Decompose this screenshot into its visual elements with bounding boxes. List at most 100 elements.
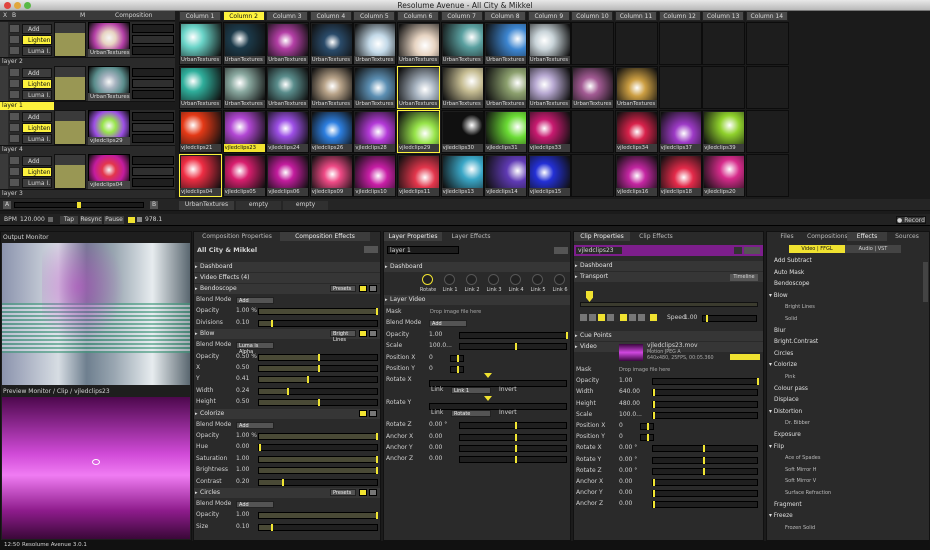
clip-slot[interactable] — [658, 22, 702, 65]
clip-name-field[interactable]: vjledclips23 — [576, 247, 622, 254]
effect-toggle-button[interactable] — [359, 409, 367, 417]
crossfader-b-button[interactable]: B — [150, 201, 158, 209]
minimize-window-button[interactable] — [14, 2, 21, 9]
layer-menu-button[interactable] — [554, 247, 568, 254]
column-header[interactable]: Column 8 — [484, 11, 527, 21]
param-value[interactable]: 1.00 — [619, 376, 632, 386]
layer-speed-slider[interactable] — [132, 90, 174, 99]
column-header[interactable]: Column 10 — [571, 11, 614, 21]
column-header[interactable]: Column 1 — [179, 11, 221, 21]
param-value[interactable]: 0.00 — [619, 477, 632, 487]
layer-transport[interactable] — [132, 24, 174, 33]
effect-toggle-button[interactable] — [359, 330, 367, 338]
clip-menu-button[interactable] — [744, 247, 760, 254]
tap-button[interactable]: Tap — [60, 216, 78, 224]
layer-playback-buttons[interactable] — [132, 79, 174, 88]
clip-slot[interactable] — [571, 22, 615, 65]
column-header[interactable]: Column 12 — [658, 11, 701, 21]
param-slider[interactable] — [652, 490, 758, 498]
param-slider[interactable] — [652, 501, 758, 509]
clip-dashboard-section[interactable]: Dashboard — [574, 261, 763, 271]
effect-group[interactable]: ▾ Freeze — [769, 513, 793, 519]
clip-slot[interactable] — [745, 22, 789, 65]
effect-toggle-button[interactable] — [359, 285, 367, 292]
param-value[interactable]: 0.41 — [236, 374, 249, 384]
param-value[interactable]: 480.00 — [619, 399, 640, 409]
param-value[interactable]: 1.00 % — [236, 431, 257, 441]
effect-item[interactable]: Fragment — [774, 502, 802, 508]
layer-opacity-fader[interactable] — [54, 66, 86, 101]
param-slider[interactable] — [258, 387, 378, 395]
transport-buttons[interactable] — [580, 314, 660, 322]
layer-luma-dropdown[interactable]: Luma I. — [22, 134, 52, 144]
param-slider[interactable] — [258, 353, 378, 361]
effect-item[interactable]: Exposure — [774, 432, 801, 438]
effect-item[interactable]: Add Subtract — [774, 258, 812, 264]
clip-slot[interactable]: vjledclips24 — [266, 110, 310, 153]
layer-playback-buttons[interactable] — [132, 123, 174, 132]
knob[interactable] — [422, 274, 433, 285]
layer-transport[interactable] — [132, 156, 174, 165]
column-header[interactable]: Column 14 — [745, 11, 788, 21]
clip-slot[interactable]: vjledclips31 — [484, 110, 528, 153]
clip-slot[interactable]: vjledclips05 — [222, 154, 266, 197]
param-slider[interactable] — [258, 365, 378, 372]
layer-toggle-button[interactable] — [9, 35, 20, 44]
layer-dashboard-section[interactable]: Dashboard — [384, 262, 570, 272]
effect-item[interactable]: Solid — [785, 316, 797, 322]
param-slider[interactable] — [652, 400, 758, 408]
invert-checkbox[interactable]: Invert — [499, 408, 517, 418]
effect-toggle-button[interactable] — [359, 489, 367, 496]
clip-slot[interactable] — [702, 66, 746, 109]
param-slider[interactable] — [652, 445, 758, 453]
clip-slot[interactable]: vjledclips04 — [179, 154, 222, 197]
param-value[interactable]: 640.00 — [619, 387, 640, 397]
clip-slot[interactable]: UrbanTextures 15 — [484, 66, 528, 109]
layer-name[interactable]: layer 1 — [0, 102, 54, 110]
layer-toggle-button[interactable] — [9, 46, 20, 55]
clip-slot[interactable]: UrbanTextures 20 — [440, 22, 484, 65]
clip-slot[interactable]: vjledclips28 — [353, 110, 397, 153]
layer-toggle-button[interactable] — [9, 68, 20, 77]
effect-preset-dropdown[interactable]: Bright Lines — [330, 330, 356, 343]
tab-clip-effects[interactable]: Clip Effects — [630, 232, 682, 241]
effect-item[interactable]: Auto Mask — [774, 270, 804, 276]
param-slider[interactable] — [652, 389, 758, 397]
layer-toggle-button[interactable] — [9, 167, 20, 176]
rotate-slider[interactable] — [429, 380, 567, 388]
param-slider[interactable] — [652, 411, 758, 419]
mask-drop-zone[interactable]: Drop image file here — [430, 307, 481, 317]
mask-drop-zone[interactable]: Drop image file here — [619, 365, 670, 375]
clip-slot[interactable]: vjledclips39 — [702, 110, 746, 153]
clip-slot[interactable]: vjledclips30 — [440, 110, 484, 153]
param-value[interactable]: 0.00 — [429, 443, 442, 453]
layer-name-field[interactable]: layer 1 — [387, 246, 459, 254]
pause-button[interactable]: Pause — [104, 216, 124, 224]
tab-clip-properties[interactable]: Clip Properties — [574, 232, 630, 241]
param-value[interactable]: 0.10 — [236, 318, 249, 328]
layer-toggle-button[interactable] — [9, 178, 20, 187]
clip-slot[interactable]: vjledclips15 — [527, 154, 571, 197]
clip-slot[interactable]: UrbanTextures 11 — [353, 22, 397, 65]
param-slider[interactable] — [258, 478, 378, 486]
clip-slot[interactable]: vjledclips11 — [397, 154, 440, 197]
clip-slot[interactable]: UrbanTextures 12 — [571, 66, 615, 109]
clip-slot[interactable]: UrbanTextures 7 — [615, 66, 658, 109]
clip-slot[interactable]: UrbanTextures 1 — [527, 66, 571, 109]
blend-mode-dropdown[interactable]: Add — [236, 421, 274, 429]
crossfader-a-button[interactable]: A — [3, 201, 11, 209]
cue-points-section[interactable]: Cue Points — [574, 331, 763, 341]
clip-slot[interactable]: UrbanTextures 9 — [266, 22, 310, 65]
knob[interactable] — [488, 274, 499, 285]
effect-item[interactable]: Frozen Solid — [785, 525, 815, 531]
clip-slot[interactable] — [571, 110, 615, 153]
param-value[interactable]: 1.00 — [236, 465, 249, 475]
param-value[interactable]: 100.0... — [429, 341, 452, 351]
video-effects-section[interactable]: Video Effects (4) — [194, 273, 380, 283]
column-header[interactable]: Column 9 — [527, 11, 570, 21]
knob[interactable] — [532, 274, 543, 285]
effect-item[interactable]: Bendoscope — [774, 281, 809, 287]
clip-slot[interactable] — [745, 110, 789, 153]
layer-mode-add[interactable]: Add — [22, 156, 52, 166]
param-value[interactable]: 1.00 — [236, 510, 249, 520]
